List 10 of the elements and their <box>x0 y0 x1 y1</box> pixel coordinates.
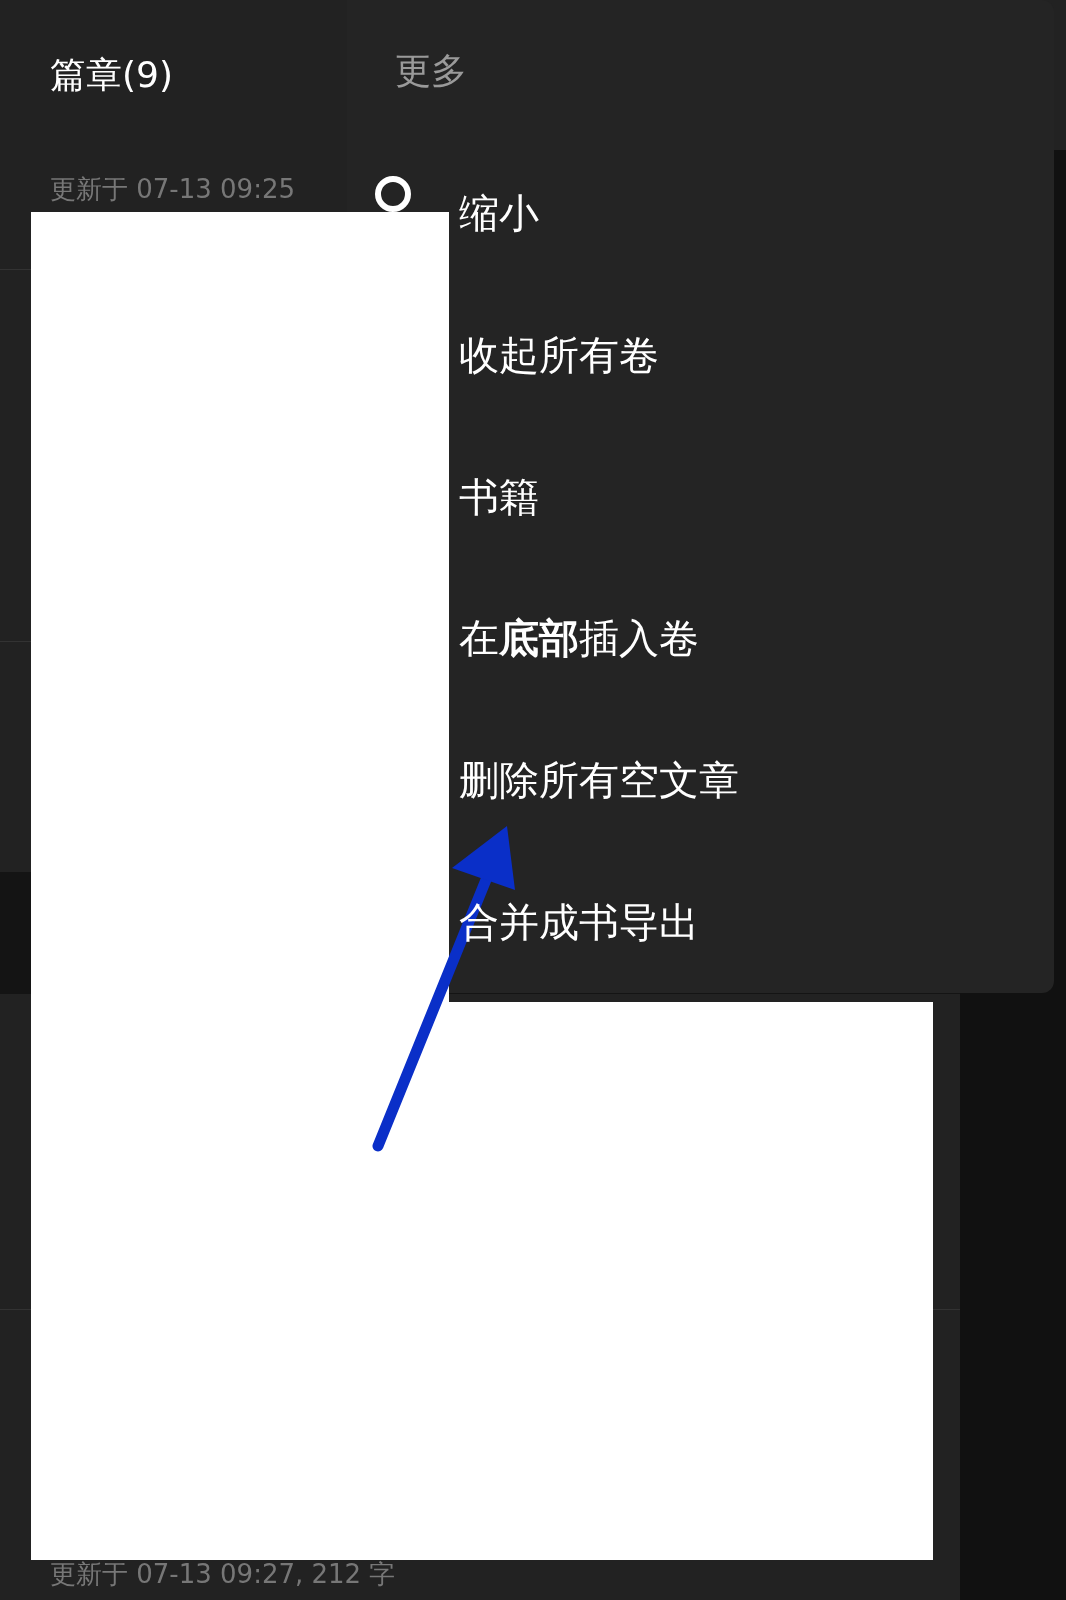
update-time-text: 更新于 07-13 09:27, 212 字 <box>50 1558 396 1591</box>
menu-title: 更多 <box>395 48 467 93</box>
menu-item[interactable]: 删除所有空文章 <box>459 750 739 811</box>
menu-item[interactable]: 缩小 <box>459 182 539 243</box>
menu-item[interactable]: 收起所有卷 <box>459 324 659 385</box>
panel-title: 篇章(9) <box>50 53 173 97</box>
menu-item[interactable]: 书籍 <box>459 466 539 527</box>
update-time-text: 更新于 07-13 09:25 <box>50 173 295 206</box>
menu-item[interactable]: 在底部插入卷 <box>459 608 699 669</box>
circle-icon <box>375 175 411 212</box>
